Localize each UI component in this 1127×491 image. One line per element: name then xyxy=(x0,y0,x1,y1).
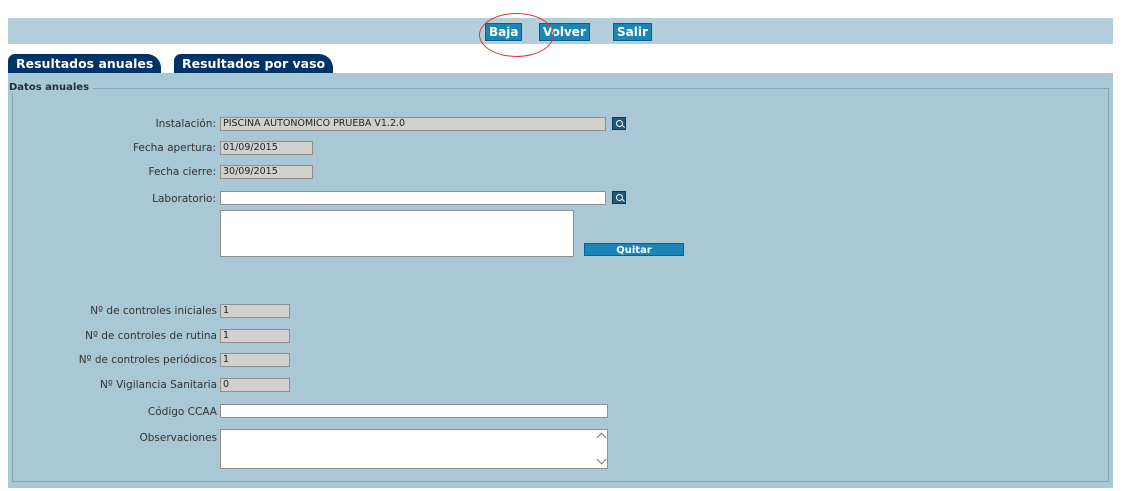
observaciones-field[interactable] xyxy=(220,429,608,469)
fecha-cierre-field[interactable]: 30/09/2015 xyxy=(220,165,313,179)
salir-button[interactable]: Salir xyxy=(613,23,652,41)
search-icon[interactable] xyxy=(612,191,626,204)
fecha-apertura-label: Fecha apertura: xyxy=(132,142,216,154)
vigilancia-label: Nº Vigilancia Sanitaria xyxy=(100,379,217,391)
controles-rutina-label: Nº de controles de rutina xyxy=(85,330,217,342)
observaciones-scrollbar[interactable] xyxy=(595,430,607,468)
controles-periodicos-label: Nº de controles periódicos xyxy=(78,354,217,366)
scroll-down-icon[interactable] xyxy=(596,454,607,465)
search-icon[interactable] xyxy=(612,117,626,130)
fecha-apertura-field[interactable]: 01/09/2015 xyxy=(220,141,313,155)
instalacion-field[interactable]: PISCINA AUTONOMICO PRUEBA V1.2.0 xyxy=(220,117,606,131)
codigo-ccaa-field[interactable] xyxy=(220,404,608,418)
laboratorio-label: Laboratorio: xyxy=(152,193,216,205)
laboratorio-list[interactable] xyxy=(220,210,574,257)
controles-rutina-field[interactable]: 1 xyxy=(220,329,290,343)
observaciones-label: Observaciones xyxy=(139,432,217,444)
vigilancia-field[interactable]: 0 xyxy=(220,378,290,392)
highlight-circle xyxy=(479,13,554,57)
toolbar: Baja Volver Salir xyxy=(8,18,1113,44)
instalacion-label: Instalación: xyxy=(155,118,216,130)
tab-resultados-por-vaso[interactable]: Resultados por vaso xyxy=(174,54,334,73)
main-panel: Datos anuales xyxy=(8,73,1113,488)
scroll-up-icon[interactable] xyxy=(596,432,607,443)
controles-periodicos-field[interactable]: 1 xyxy=(220,353,290,367)
section-legend: Datos anuales xyxy=(9,82,94,93)
controles-iniciales-field[interactable]: 1 xyxy=(220,304,290,318)
tab-resultados-anuales[interactable]: Resultados anuales xyxy=(8,54,162,73)
codigo-ccaa-label: Código CCAA xyxy=(147,406,217,418)
controles-iniciales-label: Nº de controles iniciales xyxy=(90,305,217,317)
laboratorio-field[interactable] xyxy=(220,191,606,205)
fecha-cierre-label: Fecha cierre: xyxy=(148,166,217,178)
quitar-button[interactable]: Quitar xyxy=(584,243,684,256)
